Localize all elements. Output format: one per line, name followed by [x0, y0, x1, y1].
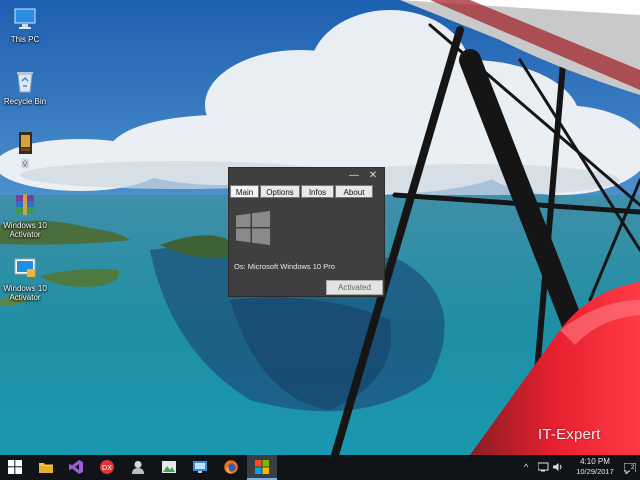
recycle-bin-icon [12, 68, 38, 94]
desktop-icon-label: Windows 10 Activator [3, 221, 47, 239]
remote-desktop-icon [193, 461, 207, 473]
network-icon[interactable] [538, 462, 550, 472]
desktop-icon-x[interactable]: X [0, 130, 55, 168]
taskbar-remote-desktop[interactable] [185, 455, 215, 480]
activator-window: — ✕ Main Options Infos About Os: Microso… [228, 167, 385, 297]
notification-count: 2 [630, 465, 636, 472]
tab-options[interactable]: Options [260, 185, 300, 198]
close-button[interactable]: ✕ [365, 169, 381, 182]
start-button[interactable] [0, 455, 30, 480]
tab-about[interactable]: About [335, 185, 373, 198]
desktop-icon-this-pc[interactable]: This PC [0, 6, 55, 44]
taskbar-user-accounts[interactable] [123, 455, 153, 480]
activator-app-icon [12, 255, 38, 281]
winrar-archive-icon [12, 192, 38, 218]
taskbar: DX ^ 4:10 PM 10/29/2017 2 [0, 455, 640, 480]
watermark-text: IT-Expert [538, 426, 601, 443]
desktop-icon-label: X [22, 159, 28, 168]
firefox-icon [224, 460, 238, 474]
clock-date: 10/29/2017 [576, 467, 614, 476]
desktop-icon-label: Windows 10 Activator [3, 284, 47, 302]
desktop-icon-recycle-bin[interactable]: Recycle Bin [0, 68, 55, 106]
volume-icon[interactable] [553, 462, 564, 472]
taskbar-image-editor[interactable] [154, 455, 184, 480]
windows-logo-icon [236, 211, 270, 245]
os-info-text: Os: Microsoft Windows 10 Pro [234, 262, 335, 271]
taskbar-file-explorer[interactable] [31, 455, 61, 480]
start-icon [8, 460, 22, 474]
taskbar-visual-studio[interactable] [61, 455, 91, 480]
activator-taskbar-icon [255, 460, 269, 474]
clock-time: 4:10 PM [580, 457, 610, 466]
visual-studio-icon [69, 460, 83, 474]
show-hidden-icons-button[interactable]: ^ [524, 461, 528, 473]
tab-bar: Main Options Infos About [230, 185, 374, 199]
tab-main[interactable]: Main [230, 185, 259, 198]
desktop-icon-activator-archive[interactable]: Windows 10 Activator [0, 192, 55, 239]
window-titlebar[interactable]: — ✕ [229, 168, 384, 184]
activation-status-button[interactable]: Activated [326, 280, 383, 295]
taskbar-devexpress[interactable]: DX [92, 455, 122, 480]
tab-infos[interactable]: Infos [301, 185, 334, 198]
minimize-button[interactable]: — [346, 169, 362, 182]
desktop-icon-activator-app[interactable]: Windows 10 Activator [0, 255, 55, 302]
computer-icon [12, 6, 38, 32]
taskbar-activator[interactable] [247, 455, 277, 480]
svg-text:DX: DX [102, 464, 112, 472]
system-clock[interactable]: 4:10 PM 10/29/2017 [570, 457, 620, 477]
user-accounts-icon [132, 461, 144, 474]
taskbar-firefox[interactable] [216, 455, 246, 480]
desktop-icon-label: Recycle Bin [3, 97, 47, 106]
file-icon [12, 130, 38, 156]
desktop-icon-label: This PC [10, 35, 40, 44]
devexpress-icon: DX [100, 460, 114, 474]
file-explorer-icon [39, 463, 53, 473]
action-center-button[interactable]: 2 [623, 461, 637, 476]
image-editor-icon [162, 461, 176, 473]
